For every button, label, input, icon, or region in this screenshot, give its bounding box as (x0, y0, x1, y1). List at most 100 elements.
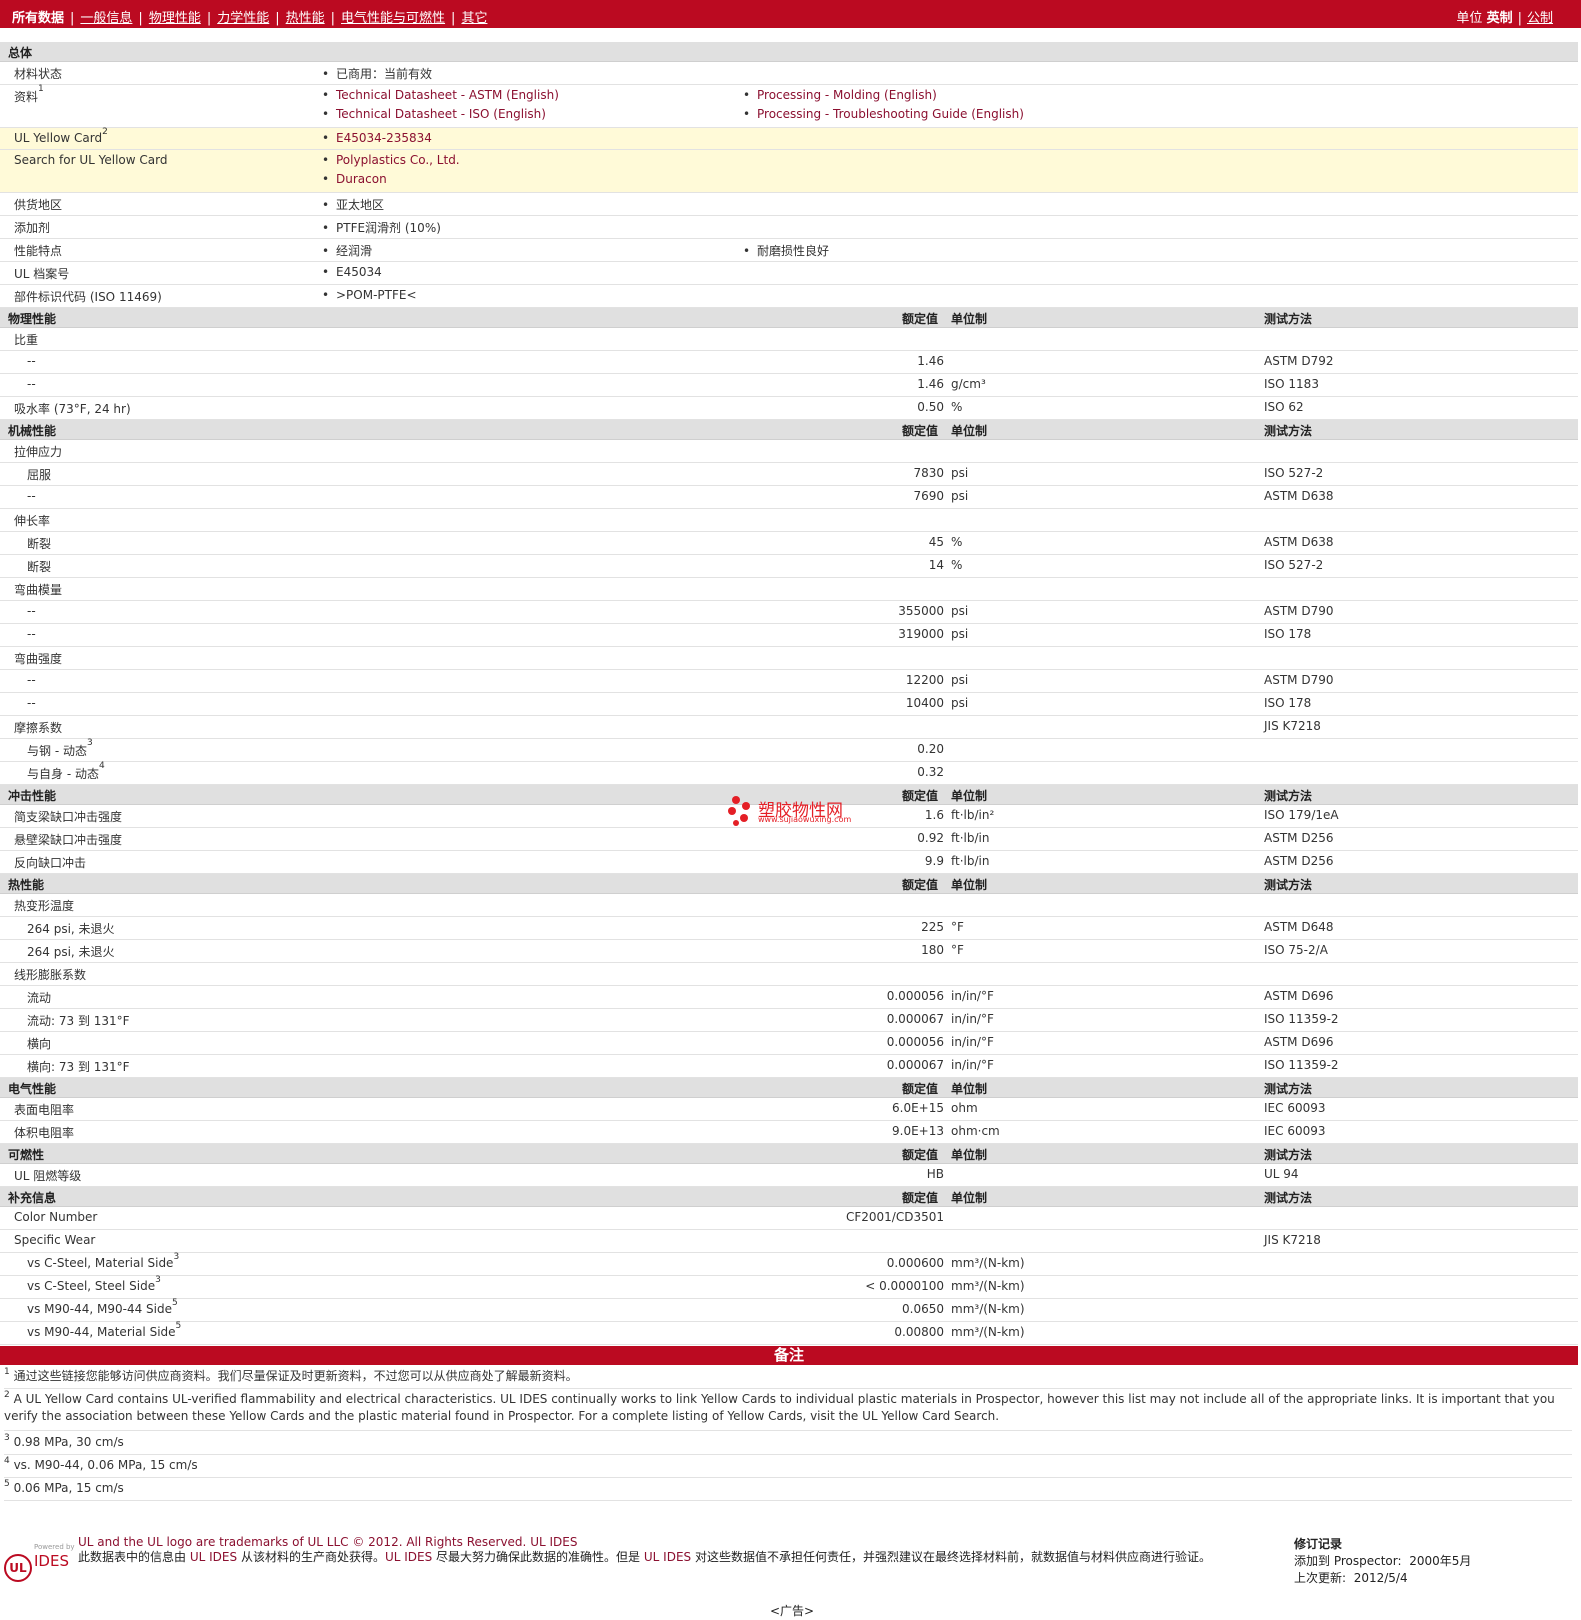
row-additive: 添加剂 PTFE润滑剂 (10%) (0, 216, 1578, 239)
col-header-nominal: 额定值 (902, 312, 939, 326)
table-row: -- 319000 psi ISO 178 (0, 624, 1578, 647)
row-value: 亚太地区 (322, 196, 384, 213)
table-row: 断裂 45% ASTM D638 (0, 532, 1578, 555)
table-row: 横向 0.000056 in/in/°F ASTM D696 (0, 1032, 1578, 1055)
watermark: 塑胶物性网 www.sujiaowuxing.com (728, 796, 858, 828)
section-general-header: 总体 (0, 42, 1578, 62)
footer-disclaimer: UL and the UL logo are trademarks of UL … (78, 1535, 1211, 1564)
section-thermal-header: 热性能 额定值 单位制 测试方法 (0, 874, 1578, 894)
nav-other[interactable]: 其它 (461, 11, 487, 26)
section-title: 可燃性 (8, 1148, 45, 1162)
search-link-brand[interactable]: Duracon (336, 172, 387, 186)
table-row: vs M90-44, M90-44 Side5 0.0650 mm³/(N-km) (0, 1298, 1578, 1322)
units-label: 单位 (1456, 11, 1483, 26)
section-nav: 所有数据 | 一般信息 | 物理性能 | 力学性能 | 热性能 | 电气性能与可燃性 | 其它 (12, 11, 488, 26)
unit-metric-link[interactable]: 公制 (1527, 11, 1553, 26)
doc-link-molding[interactable]: Processing - Molding (English) (757, 88, 937, 102)
table-row: 断裂 14% ISO 527-2 (0, 555, 1578, 578)
section-mechanical-header: 机械性能 额定值 单位制 测试方法 (0, 420, 1578, 440)
nav-mechanical[interactable]: 力学性能 (217, 11, 269, 26)
row-label: 资料1 (14, 84, 44, 104)
yellow-card-link[interactable]: E45034-235834 (336, 131, 432, 145)
row-ul-yellow-card: UL Yellow Card2 E45034-235834 (0, 127, 1578, 150)
top-nav-bar: 所有数据 | 一般信息 | 物理性能 | 力学性能 | 热性能 | 电气性能与可燃性 | 其它 单位 英… (0, 0, 1581, 28)
section-title: 机械性能 (8, 424, 57, 438)
doc-link-troubleshooting[interactable]: Processing - Troubleshooting Guide (Engl… (757, 107, 1024, 121)
table-row: vs C-Steel, Material Side3 0.000600 mm³/(N… (0, 1252, 1578, 1276)
row-marking-code: 部件标识代码 (ISO 11469) >POM-PTFE< (0, 285, 1578, 308)
row-search-yellow-card: Search for UL Yellow Card Polyplastics C… (0, 150, 1578, 193)
row-label: Search for UL Yellow Card (14, 153, 168, 167)
section-electrical-header: 电气性能 额定值 单位制 测试方法 (0, 1078, 1578, 1098)
table-row: -- 355000 psi ASTM D790 (0, 601, 1578, 624)
row-group-label: 拉伸应力 (0, 440, 1578, 463)
row-value: E45034 (322, 265, 382, 279)
notes-header: 备注 (0, 1346, 1578, 1365)
row-group-label: 热变形温度 (0, 894, 1578, 917)
table-row: vs M90-44, Material Side5 0.00800 mm³/(N-k… (0, 1321, 1578, 1345)
watermark-url: www.sujiaowuxing.com (758, 815, 852, 824)
row-value: PTFE润滑剂 (10%) (322, 219, 441, 236)
doc-link-astm[interactable]: Technical Datasheet - ASTM (English) (336, 88, 559, 102)
table-row: -- 7690 psi ASTM D638 (0, 486, 1578, 509)
section-title: 总体 (8, 46, 33, 60)
row-features: 性能特点 经润滑 耐磨损性良好 (0, 239, 1578, 262)
unit-english: 英制 (1486, 11, 1513, 26)
revision-history: 修订记录 添加到 Prospector: 2000年5月 上次更新: 2012/… (1294, 1537, 1472, 1585)
table-row: 横向: 73 到 131°F 0.000067 in/in/°F ISO 11359-… (0, 1055, 1578, 1078)
row-value: >POM-PTFE< (322, 288, 417, 302)
table-row: 吸水率 (73°F, 24 hr) 0.50% ISO 62 (0, 397, 1578, 420)
row-value: 经润滑 (322, 242, 372, 259)
row-label: 材料状态 (14, 67, 63, 81)
table-row: 流动: 73 到 131°F 0.000067 in/in/°F ISO 11359-… (0, 1009, 1578, 1032)
row-label: 部件标识代码 (ISO 11469) (14, 290, 162, 304)
row-region: 供货地区 亚太地区 (0, 193, 1578, 216)
table-row: 流动 0.000056 in/in/°F ASTM D696 (0, 986, 1578, 1009)
row-ul-file: UL 档案号 E45034 (0, 262, 1578, 285)
footnote: 2 A UL Yellow Card contains UL-verified … (4, 1390, 1572, 1431)
row-group-label: 线形膨胀系数 (0, 963, 1578, 986)
table-row: 悬壁梁缺口冲击强度 0.92 ft·lb/in ASTM D256 (0, 828, 1578, 851)
col-header-method: 测试方法 (1264, 312, 1313, 326)
table-row: Color Number CF2001/CD3501 (0, 1207, 1578, 1230)
row-value: 耐磨损性良好 (743, 242, 829, 259)
nav-electrical[interactable]: 电气性能与可燃性 (341, 11, 445, 26)
table-row: -- 1.46 g/cm³ ISO 1183 (0, 374, 1578, 397)
table-row: 摩擦系数 JIS K7218 (0, 716, 1578, 739)
doc-link-iso[interactable]: Technical Datasheet - ISO (English) (336, 107, 546, 121)
row-documents: 资料1 Technical Datasheet - ASTM (English)… (0, 84, 1578, 128)
row-group-label: 弯曲强度 (0, 647, 1578, 670)
row-label: UL Yellow Card2 (14, 127, 108, 145)
table-row: -- 1.46 ASTM D792 (0, 351, 1578, 374)
table-row: 体积电阻率 9.0E+13 ohm·cm IEC 60093 (0, 1121, 1578, 1144)
ul-ides-link[interactable]: UL IDES (530, 1535, 577, 1549)
nav-all-data[interactable]: 所有数据 (12, 11, 64, 26)
table-row: 264 psi, 未退火 225 °F ASTM D648 (0, 917, 1578, 940)
footnote: 5 0.06 MPa, 15 cm/s (4, 1479, 1572, 1501)
ad-label: <广告> (770, 1604, 815, 1618)
nav-thermal[interactable]: 热性能 (286, 11, 325, 26)
table-row: 与自身 - 动态4 0.32 (0, 761, 1578, 785)
footnote: 4 vs. M90-44, 0.06 MPa, 15 cm/s (4, 1456, 1572, 1478)
unit-switcher: 单位 英制 | 公制 (1456, 11, 1553, 26)
table-row: -- 10400 psi ISO 178 (0, 693, 1578, 716)
row-group-label: 比重 (0, 328, 1578, 351)
table-row: -- 12200 psi ASTM D790 (0, 670, 1578, 693)
row-value: 已商用：当前有效 (322, 65, 432, 82)
table-row: 264 psi, 未退火 180 °F ISO 75-2/A (0, 940, 1578, 963)
section-supplemental-header: 补充信息 额定值 单位制 测试方法 (0, 1187, 1578, 1207)
footnote: 1 通过这些链接您能够访问供应商资料。我们尽量保证及时更新资料，不过您可以从供应… (4, 1367, 1572, 1389)
row-label: 添加剂 (14, 221, 51, 235)
table-row: UL 阻燃等级 HB UL 94 (0, 1164, 1578, 1187)
nav-general[interactable]: 一般信息 (80, 11, 132, 26)
row-group-label: 弯曲模量 (0, 578, 1578, 601)
table-row: vs C-Steel, Steel Side3 < 0.0000100 mm³/(N… (0, 1275, 1578, 1299)
table-row: 表面电阻率 6.0E+15 ohm IEC 60093 (0, 1098, 1578, 1121)
row-status: 材料状态 已商用：当前有效 (0, 62, 1578, 85)
section-title: 冲击性能 (8, 789, 57, 803)
ides-logo: Powered by IDES (34, 1543, 75, 1570)
footnote: 3 0.98 MPa, 30 cm/s (4, 1433, 1572, 1455)
nav-physical[interactable]: 物理性能 (149, 11, 201, 26)
search-link-company[interactable]: Polyplastics Co., Ltd. (336, 153, 460, 167)
row-group-label: 伸长率 (0, 509, 1578, 532)
